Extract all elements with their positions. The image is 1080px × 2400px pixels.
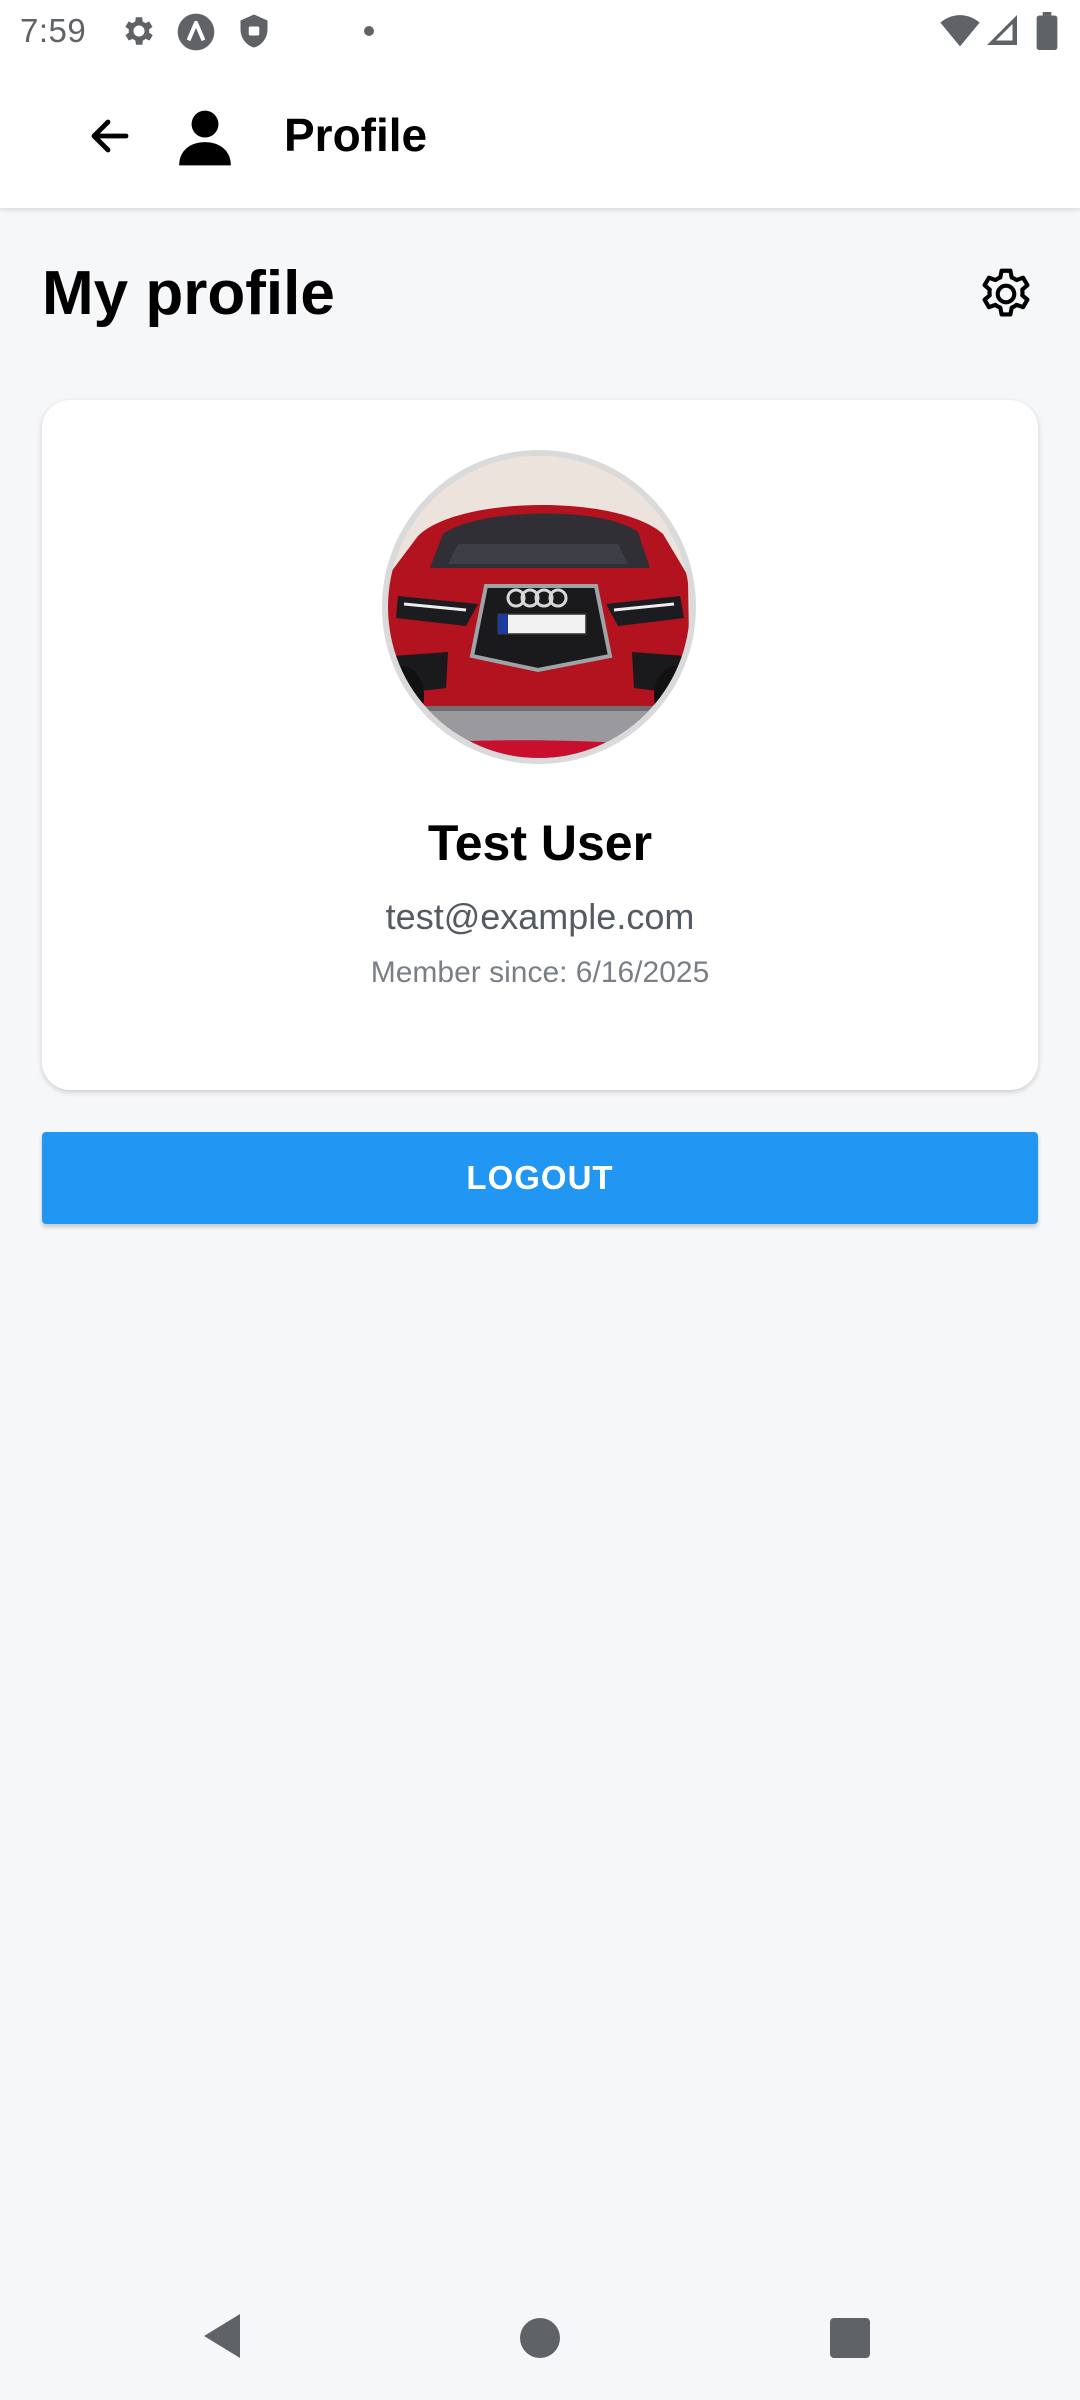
signal-icon <box>987 15 1017 45</box>
wifi-icon <box>940 15 980 47</box>
settings-button[interactable] <box>970 258 1042 330</box>
user-email: test@example.com <box>385 896 695 937</box>
status-time: 7:59 <box>20 12 87 49</box>
nav-recents-icon[interactable] <box>830 2318 870 2358</box>
arrow-left-icon <box>91 119 129 153</box>
profile-screen: 7:59 Profile My profile Test User test@e… <box>0 0 1080 2400</box>
gear-icon <box>125 17 153 45</box>
back-button[interactable] <box>80 106 140 166</box>
app-bar: Profile <box>0 62 1080 210</box>
a-icon <box>177 13 215 51</box>
app-bar-title: Profile <box>284 109 428 161</box>
logout-button[interactable]: LOGOUT <box>42 1132 1038 1224</box>
member-since: Member since: 6/16/2025 <box>370 956 710 989</box>
user-name: Test User <box>427 815 653 871</box>
dot-icon <box>364 26 374 36</box>
nav-home-icon[interactable] <box>520 2318 560 2358</box>
person-icon <box>179 110 231 166</box>
avatar[interactable] <box>382 450 696 764</box>
shield-icon <box>240 14 268 48</box>
red-car-photo <box>388 456 690 758</box>
profile-card: Test User test@example.com Member since:… <box>42 400 1038 1090</box>
nav-back-icon[interactable] <box>200 2310 244 2362</box>
system-nav-bar <box>0 2280 1080 2400</box>
status-bar: 7:59 <box>0 0 1080 62</box>
gear-icon <box>982 268 1030 317</box>
page-title: My profile <box>42 259 335 328</box>
battery-icon <box>1036 12 1058 50</box>
